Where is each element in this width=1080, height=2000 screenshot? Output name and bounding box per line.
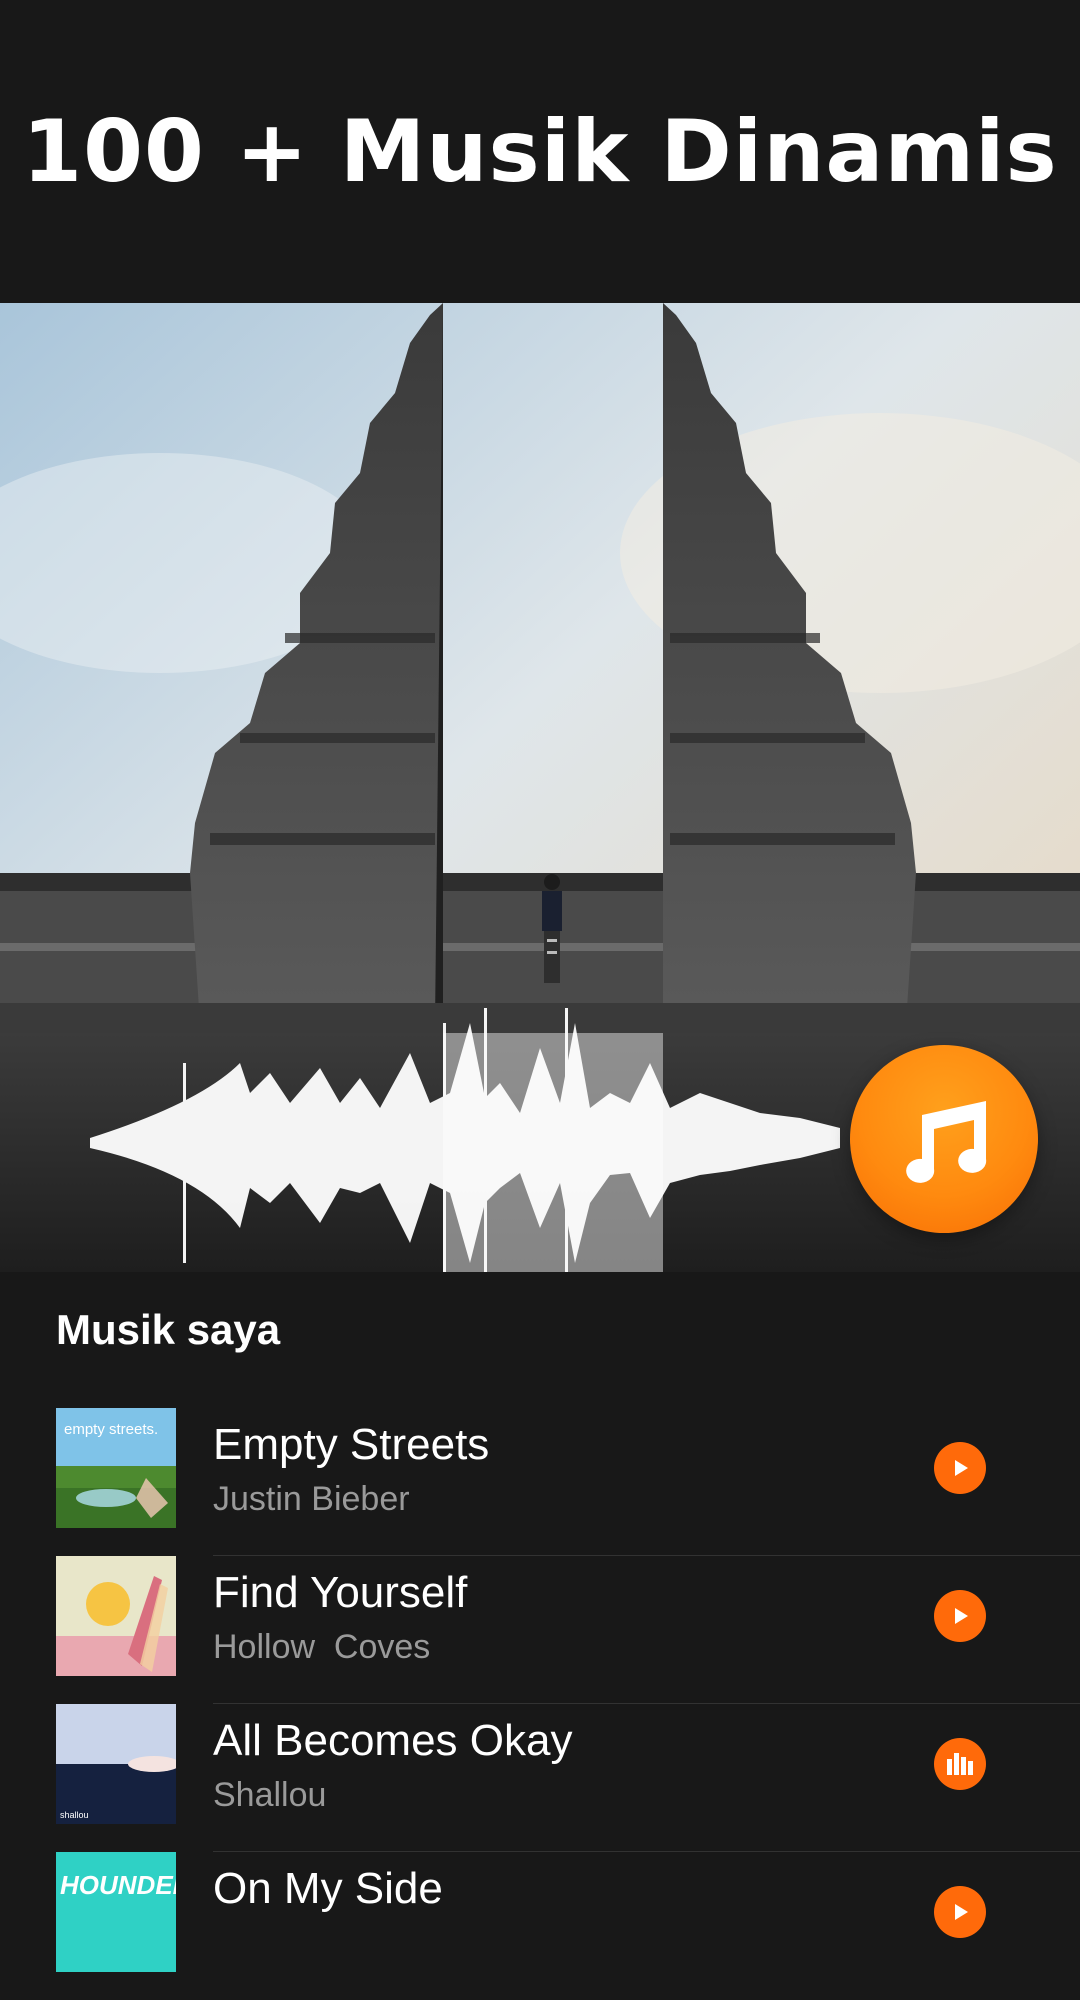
play-icon <box>955 1608 968 1624</box>
equalizer-icon <box>947 1753 973 1775</box>
play-icon <box>955 1904 968 1920</box>
play-icon <box>955 1460 968 1476</box>
play-button[interactable] <box>934 1886 986 1938</box>
album-art: shallou <box>56 1704 176 1824</box>
svg-text:shallou: shallou <box>60 1810 89 1820</box>
track-artist: Shallou <box>213 1776 327 1814</box>
play-button[interactable] <box>934 1442 986 1494</box>
track-row[interactable]: HOUNDED On My Side <box>0 1852 1080 2000</box>
track-artist: Hollow Coves <box>213 1628 431 1666</box>
track-title: Empty Streets <box>213 1420 490 1469</box>
album-art: HOUNDED <box>56 1852 176 1972</box>
track-row[interactable]: Find Yourself Hollow Coves <box>0 1556 1080 1704</box>
album-art <box>56 1556 176 1676</box>
track-title: On My Side <box>213 1864 443 1913</box>
now-playing-indicator[interactable] <box>934 1738 986 1790</box>
music-note-icon <box>906 1101 987 1183</box>
svg-text:empty streets.: empty streets. <box>64 1421 158 1438</box>
track-row[interactable]: empty streets. Empty Streets Justin Bieb… <box>0 1408 1080 1556</box>
track-title: All Becomes Okay <box>213 1716 573 1765</box>
track-artist: Justin Bieber <box>213 1480 410 1518</box>
headline-banner: 100 + Musik Dinamis <box>0 0 1080 303</box>
headline-title: 100 + Musik Dinamis <box>22 101 1058 202</box>
play-button[interactable] <box>934 1590 986 1642</box>
music-fab-button[interactable] <box>850 1045 1038 1233</box>
track-title: Find Yourself <box>213 1568 468 1617</box>
section-title-my-music: Musik saya <box>56 1306 281 1353</box>
svg-text:HOUNDED: HOUNDED <box>60 1870 176 1900</box>
track-row[interactable]: shallou All Becomes Okay Shallou <box>0 1704 1080 1852</box>
album-art: empty streets. <box>56 1408 176 1528</box>
